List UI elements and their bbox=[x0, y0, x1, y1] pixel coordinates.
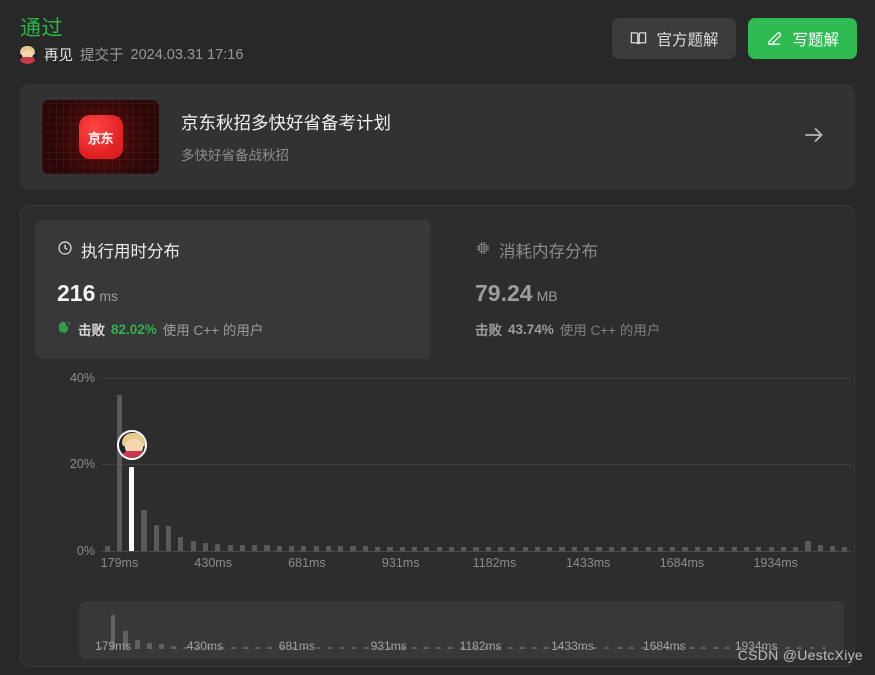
distribution-panel: 执行用时分布 216 ms 击败 82.02% 使用 C++ 的用户 消耗内存分… bbox=[20, 205, 855, 667]
x-tick-label: 1433ms bbox=[565, 556, 611, 570]
memory-value: 79.24 bbox=[475, 280, 533, 306]
runtime-beat-row: 击败 82.02% 使用 C++ 的用户 bbox=[57, 319, 409, 339]
submission-meta: 再见 提交于 2024.03.31 17:16 bbox=[18, 44, 243, 65]
chart-bar[interactable] bbox=[153, 525, 159, 551]
pencil-edit-icon bbox=[766, 30, 783, 47]
distribution-tabs: 执行用时分布 216 ms 击败 82.02% 使用 C++ 的用户 消耗内存分… bbox=[35, 220, 849, 359]
official-solution-button[interactable]: 官方题解 bbox=[612, 18, 737, 59]
runtime-tab-header: 执行用时分布 bbox=[57, 238, 409, 262]
x-tick-label: 1182ms bbox=[472, 556, 517, 570]
brush-tick-label: 931ms bbox=[370, 639, 407, 653]
submission-result-page: 通过 再见 提交于 2024.03.31 17:16 官方题解 写题解 京东 京… bbox=[0, 0, 875, 675]
chart-bar[interactable] bbox=[178, 537, 184, 551]
brush-tick-label: 681ms bbox=[278, 639, 315, 653]
x-axis-labels: 179ms 430ms 681ms 931ms 1182ms 1433ms 1684ms 19… bbox=[101, 556, 851, 578]
runtime-beat-percent: 82.02% bbox=[111, 321, 157, 337]
chart-bar[interactable] bbox=[190, 540, 196, 551]
x-axis-line bbox=[101, 551, 851, 552]
x-tick-label: 1934ms bbox=[753, 556, 798, 570]
x-tick-label: 931ms bbox=[381, 556, 420, 570]
arrow-right-icon[interactable] bbox=[801, 122, 827, 153]
y-tick-label: 40% bbox=[69, 370, 95, 385]
chart-bar[interactable] bbox=[116, 395, 123, 551]
memory-value-row: 79.24 MB bbox=[475, 280, 827, 307]
y-axis-labels: 0% 20% 40% bbox=[45, 356, 95, 558]
x-tick-label: 430ms bbox=[194, 556, 232, 570]
submission-header: 通过 再见 提交于 2024.03.31 17:16 官方题解 写题解 bbox=[0, 0, 875, 78]
x-tick-label: 179ms bbox=[100, 556, 139, 570]
runtime-beat-suffix: 使用 C++ 的用户 bbox=[162, 323, 264, 338]
chart-bars bbox=[101, 356, 851, 551]
runtime-distribution-chart: 0% 20% 40% 179ms 430ms 681ms 931ms 1182ms 1433m… bbox=[21, 356, 856, 586]
memory-beat-percent: 43.74% bbox=[508, 321, 554, 337]
memory-beat-suffix: 使用 C++ 的用户 bbox=[559, 323, 661, 338]
chart-bar[interactable] bbox=[805, 540, 811, 551]
write-solution-button[interactable]: 写题解 bbox=[748, 18, 857, 59]
runtime-value-row: 216 ms bbox=[57, 280, 409, 307]
tab-runtime-distribution[interactable]: 执行用时分布 216 ms 击败 82.02% 使用 C++ 的用户 bbox=[35, 220, 431, 359]
memory-tab-title: 消耗内存分布 bbox=[499, 243, 598, 261]
chart-bar[interactable] bbox=[166, 525, 172, 551]
header-actions: 官方题解 写题解 bbox=[612, 18, 857, 59]
brush-tick-label: 430ms bbox=[186, 639, 223, 653]
submitted-prefix: 提交于 bbox=[80, 48, 124, 64]
chart-bar[interactable] bbox=[215, 543, 221, 551]
promo-thumbnail: 京东 bbox=[42, 100, 159, 174]
submitted-time: 2024.03.31 17:16 bbox=[130, 46, 244, 63]
promo-title: 京东秋招多快好省备考计划 bbox=[181, 113, 391, 133]
runtime-value: 216 bbox=[57, 280, 96, 306]
user-avatar-marker[interactable] bbox=[116, 429, 147, 460]
user-avatar-icon bbox=[18, 45, 37, 64]
chart-bar[interactable] bbox=[202, 542, 209, 551]
runtime-unit: ms bbox=[99, 288, 119, 304]
chart-bar[interactable] bbox=[141, 509, 147, 551]
brush-tick-label: 1433ms bbox=[551, 639, 594, 653]
promo-banner[interactable]: 京东 京东秋招多快好省备考计划 多快好省备战秋招 bbox=[20, 84, 855, 190]
memory-beat-row: 击败 43.74% 使用 C++ 的用户 bbox=[475, 319, 827, 339]
y-tick-label: 0% bbox=[76, 544, 95, 558]
memory-tab-header: 消耗内存分布 bbox=[475, 238, 827, 262]
chart-bar-highlighted[interactable] bbox=[129, 466, 135, 551]
official-solution-label: 官方题解 bbox=[656, 31, 719, 49]
memory-unit: MB bbox=[536, 288, 558, 304]
clapping-hands-icon bbox=[57, 320, 72, 338]
write-solution-label: 写题解 bbox=[792, 31, 839, 49]
brush-tick-label: 1684ms bbox=[642, 639, 686, 653]
brush-x-labels: 179ms 430ms 681ms 931ms 1182ms 1433ms 1684ms 19… bbox=[95, 639, 830, 657]
book-icon bbox=[630, 30, 647, 47]
promo-text: 京东秋招多快好省备考计划 多快好省备战秋招 bbox=[181, 110, 801, 164]
chip-icon bbox=[475, 240, 491, 261]
memory-beat-label: 击败 bbox=[475, 323, 502, 338]
brush-tick-label: 1182ms bbox=[459, 639, 502, 653]
user-name[interactable]: 再见 bbox=[44, 44, 73, 65]
brush-tick-label: 179ms bbox=[95, 639, 132, 653]
clock-icon bbox=[57, 240, 73, 261]
chart-range-brush[interactable]: 179ms 430ms 681ms 931ms 1182ms 1433ms 1684ms 19… bbox=[79, 601, 844, 659]
runtime-tab-title: 执行用时分布 bbox=[81, 243, 180, 261]
x-tick-label: 1684ms bbox=[659, 556, 705, 570]
y-tick-label: 20% bbox=[69, 457, 95, 472]
runtime-beat-label: 击败 bbox=[78, 323, 105, 338]
jd-logo-icon: 京东 bbox=[78, 115, 123, 159]
tab-memory-distribution[interactable]: 消耗内存分布 79.24 MB 击败 43.74% 使用 C++ 的用户 bbox=[453, 220, 849, 359]
verdict-status: 通过 bbox=[20, 17, 63, 40]
csdn-watermark: CSDN @UestcXiye bbox=[737, 647, 863, 663]
x-tick-label: 681ms bbox=[288, 556, 326, 570]
promo-subtitle: 多快好省备战秋招 bbox=[181, 148, 289, 163]
